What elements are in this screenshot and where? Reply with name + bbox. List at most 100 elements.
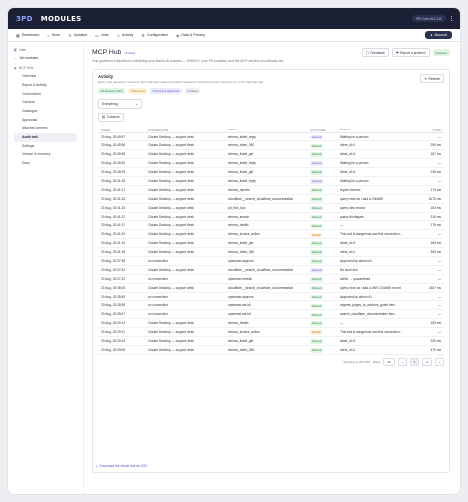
feedback-button[interactable]: ▢ Feedback bbox=[361, 48, 389, 57]
table-row[interactable]: 20 Aug, 02:41:23 Claude Desktop — support… bbox=[98, 204, 444, 213]
next-page-button[interactable]: › bbox=[435, 357, 444, 366]
sidebar-item-version-recovery[interactable]: Version & recovery bbox=[14, 150, 77, 159]
pulse-icon: ∿ bbox=[116, 32, 120, 38]
cell-connection: Claude Desktop — support desk bbox=[148, 170, 194, 175]
table-row[interactable]: 20 Aug, 02:35:55 no connection upstream.se… bbox=[98, 301, 444, 311]
col-tool[interactable]: Tool bbox=[228, 128, 310, 130]
account-button[interactable]: ● Account bbox=[425, 31, 452, 39]
cell-took: 1676 ms bbox=[428, 196, 441, 201]
cell-outcome: Allowed bbox=[310, 188, 340, 193]
table-row[interactable]: 20 Aug, 02:35:07 no connection upstream.se… bbox=[98, 310, 444, 320]
cell-tool: upstream.set-kit bbox=[228, 312, 251, 317]
sidebar-item-audit-trail[interactable]: Audit trail bbox=[14, 132, 77, 142]
outcome-badge: Allowed bbox=[310, 143, 324, 149]
sidebar-item-docs[interactable]: Docs bbox=[14, 159, 77, 168]
cell-outcome: Denied bbox=[310, 330, 340, 335]
cell-connection: Claude Desktop — support desk bbox=[148, 285, 194, 290]
col-detail[interactable]: Detail bbox=[340, 128, 422, 130]
table-row[interactable]: 20 Aug, 02:49:29 Claude Desktop — support… bbox=[98, 168, 444, 178]
nav-item-jobs[interactable]: ▭ Jobs bbox=[95, 33, 108, 38]
col-connection[interactable]: Connection bbox=[148, 128, 228, 132]
outcome-badge: Allowed bbox=[310, 250, 324, 255]
brand-logo[interactable]: 3PD MODULES bbox=[16, 15, 92, 23]
table-row[interactable]: 20 Aug, 02:41:20 Claude Desktop — support… bbox=[98, 230, 444, 240]
table-row[interactable]: 20 Aug, 02:29:10 Claude Desktop — support… bbox=[98, 337, 444, 346]
cell-connection: Claude Desktop — support desk bbox=[148, 232, 194, 237]
table-row[interactable]: 20 Aug, 02:49:56 Claude Desktop — support… bbox=[98, 141, 444, 151]
sidebar-item-report-activity[interactable]: Report & Activity bbox=[14, 81, 77, 90]
table-row[interactable]: 20 Aug, 02:41:22 Claude Desktop — support… bbox=[98, 213, 444, 222]
page-2-button[interactable]: 2 bbox=[422, 357, 432, 366]
table-row[interactable]: 20 Aug, 02:41:25 Claude Desktop — support… bbox=[98, 195, 444, 204]
cell-took: — bbox=[437, 161, 441, 166]
summary-chip[interactable]: 3 Sent For Approval bbox=[150, 88, 182, 95]
nav-item-configuration[interactable]: ⚙ Configuration bbox=[141, 33, 168, 38]
table-row[interactable]: 20 Aug, 02:29:11 Claude Desktop — support… bbox=[98, 328, 444, 338]
nav-item-store[interactable]: ⌂ Store bbox=[47, 33, 60, 38]
cell-when: 20 Aug, 02:49:55 bbox=[101, 152, 126, 157]
table-row[interactable]: 20 Aug, 02:41:21 Claude Desktop — support… bbox=[98, 221, 444, 231]
report-problem-button[interactable]: ⚑ Report a problem bbox=[391, 48, 430, 57]
table-row[interactable]: 20 Aug, 02:29:12 Claude Desktop — support… bbox=[98, 319, 444, 329]
cell-detail: Waiting for a person bbox=[340, 178, 369, 183]
cell-tool: whmcs_client_360 bbox=[228, 143, 255, 148]
table-row[interactable]: 20 Aug, 02:37:38 no connection upstream.ap… bbox=[98, 257, 444, 266]
cell-when: 20 Aug, 02:36:05 bbox=[101, 285, 126, 290]
outcome-filter-select[interactable]: Everything ⌄ bbox=[98, 99, 142, 109]
nav-item-label: Configuration bbox=[146, 33, 169, 37]
page-1-button[interactable]: 1 bbox=[409, 357, 420, 366]
col-outcome[interactable]: Outcome bbox=[310, 128, 340, 132]
summary-chip[interactable]: 8 Refused bbox=[128, 88, 148, 95]
columns-button[interactable]: ▥ Columns bbox=[98, 112, 124, 122]
cell-took: 236 ms bbox=[430, 170, 441, 175]
col-when[interactable]: When bbox=[98, 128, 148, 132]
table-row[interactable]: 20 Aug, 02:36:05 Claude Desktop — support… bbox=[98, 284, 444, 293]
prev-page-button[interactable]: ‹ bbox=[397, 357, 407, 366]
table-row[interactable]: 20 Aug, 02:41:19 Claude Desktop — support… bbox=[98, 239, 444, 249]
refresh-button[interactable]: ↻ Refresh bbox=[420, 74, 444, 83]
sidebar-item-connections[interactable]: Connections bbox=[14, 89, 77, 98]
cell-connection: Claude Desktop — support desk bbox=[148, 178, 194, 183]
rows-per-page-select[interactable]: 25 bbox=[383, 357, 395, 366]
cell-when: 20 Aug, 02:29:09 bbox=[101, 347, 126, 352]
table-row[interactable]: 20 Aug, 02:35:59 no connection upstream.ap… bbox=[98, 293, 444, 302]
table-row[interactable]: 20 Aug, 02:37:22 no connection upstream.re… bbox=[98, 275, 444, 284]
sidebar-item-overview[interactable]: Overview bbox=[14, 72, 77, 81]
col-took[interactable]: Took bbox=[422, 128, 444, 132]
table-header: When Connection Tool Outcome Detail Took bbox=[98, 126, 444, 133]
table-row[interactable]: 20 Aug, 02:49:55 Claude Desktop — support… bbox=[98, 150, 444, 160]
table-row[interactable]: 20 Aug, 02:49:57 Claude Desktop — support… bbox=[98, 133, 444, 142]
table-row[interactable]: 20 Aug, 02:29:09 Claude Desktop — support… bbox=[98, 346, 444, 355]
cell-took: 184 ms bbox=[430, 241, 441, 246]
table-row[interactable]: 20 Aug, 02:41:18 Claude Desktop — support… bbox=[98, 248, 444, 258]
user-icon: ● bbox=[430, 33, 433, 37]
nav-item-dashboard[interactable]: ▦ Dashboard bbox=[16, 33, 39, 38]
sidebar-item-approvals[interactable]: Approvals bbox=[14, 115, 77, 124]
outcome-badge: Allowed bbox=[310, 276, 324, 282]
nav-item-updates[interactable]: ↻ Updates bbox=[68, 33, 87, 38]
activity-panel: Activity Every call, allowed or refused,… bbox=[92, 69, 450, 473]
table-row[interactable]: 20 Aug, 02:41:27 Claude Desktop — support… bbox=[98, 186, 444, 195]
cell-detail: client_id=1 bbox=[340, 143, 356, 148]
table-row[interactable]: 20 Aug, 02:41:28 Claude Desktop — support… bbox=[98, 177, 444, 186]
all-modules-link[interactable]: ← All modules bbox=[14, 56, 77, 60]
summary-chip[interactable]: 0 Failed bbox=[184, 88, 201, 95]
summary-chip[interactable]: 28 Allowed (24h) bbox=[98, 88, 126, 95]
cell-took: 187 ms bbox=[430, 152, 441, 157]
cell-when: 20 Aug, 02:37:22 bbox=[101, 276, 126, 281]
sidebar-item-attached-servers[interactable]: Attached servers bbox=[14, 124, 77, 133]
cell-detail: Approved by admin #1 bbox=[340, 294, 372, 299]
nav-item-label: Store bbox=[51, 33, 61, 37]
download-csv-link[interactable]: ⤓ Download the whole trail as CSV bbox=[96, 464, 147, 468]
hide-sidebar-button[interactable]: ◧ Hide bbox=[14, 48, 77, 52]
nav-item-activity[interactable]: ∿ Activity bbox=[117, 33, 134, 38]
sidebar-item-consent[interactable]: Consent bbox=[14, 98, 77, 107]
sidebar-item-catalogue[interactable]: Catalogue bbox=[14, 107, 77, 116]
table-row[interactable]: 20 Aug, 02:49:30 Claude Desktop — support… bbox=[98, 159, 444, 169]
chat-icon: ▢ bbox=[365, 50, 369, 55]
sidebar-item-settings[interactable]: Settings bbox=[14, 142, 77, 151]
nav-item-data-privacy[interactable]: ◈ Data & Privacy bbox=[176, 33, 205, 38]
more-menu-icon[interactable] bbox=[451, 16, 452, 21]
table-row[interactable]: 20 Aug, 02:37:32 Claude Desktop — support… bbox=[98, 266, 444, 275]
pagination: Showing 1–25 of 39 Rows 25 ‹ 1 2 › bbox=[98, 357, 444, 366]
